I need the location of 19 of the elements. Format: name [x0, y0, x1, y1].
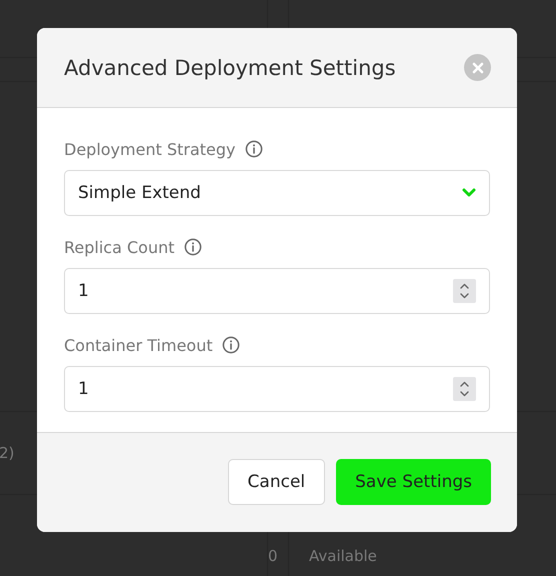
dialog-title: Advanced Deployment Settings	[64, 56, 396, 80]
chevron-down-icon	[462, 188, 476, 198]
spinner-icon[interactable]	[453, 377, 476, 401]
info-icon[interactable]	[222, 336, 240, 354]
close-icon	[472, 62, 484, 74]
number-field[interactable]: 1	[64, 366, 490, 412]
field-label: Container Timeout	[64, 336, 213, 354]
info-icon[interactable]	[244, 140, 263, 158]
number-field[interactable]: 1	[64, 268, 490, 314]
cancel-button[interactable]: Cancel	[228, 459, 326, 505]
table-cell: 2)	[0, 444, 14, 462]
field-label: Deployment Strategy	[64, 140, 236, 158]
spinner-icon[interactable]	[453, 279, 476, 303]
info-icon[interactable]	[184, 238, 202, 256]
table-cell-text: Available	[308, 547, 377, 565]
table-cell: 0	[268, 547, 278, 565]
field-label: Replica Count	[64, 238, 174, 256]
strategy-dropdown[interactable]: Simple Extend	[64, 170, 490, 216]
save-button[interactable]: Save Settings	[336, 459, 491, 505]
